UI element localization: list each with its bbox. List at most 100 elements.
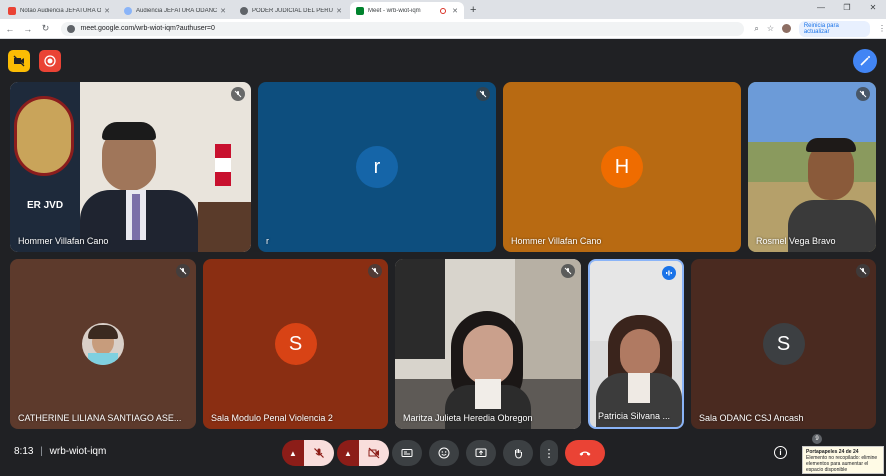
chevron-up-icon: ▲: [289, 448, 297, 458]
browser-tab-strip: Notao Audiencia JEFATURA O... ✕ Audienci…: [0, 0, 886, 19]
tab-title: PODER JUDICIAL DEL PERU - C...: [252, 7, 333, 14]
tab-title: Meet - wrb-wiot-iqm: [368, 7, 421, 14]
muted-mic-icon: [856, 264, 870, 278]
globe-icon: [240, 6, 248, 15]
participant-name: Sala ODANC CSJ Ancash: [699, 413, 804, 423]
muted-mic-icon: [368, 264, 382, 278]
hand-icon: [515, 449, 522, 459]
more-options-button[interactable]: ⋮: [540, 440, 558, 466]
present-icon: [475, 448, 487, 457]
muted-mic-icon: [176, 264, 190, 278]
participant-tile[interactable]: Maritza Julieta Heredia Obregon: [395, 259, 581, 429]
minimize-icon[interactable]: —: [808, 0, 834, 16]
avatar-initial: r: [373, 155, 381, 178]
recording-icon: [440, 7, 447, 14]
camera-off-icon: [368, 447, 380, 459]
participant-name: CATHERINE LILIANA SANTIAGO ASE...: [18, 413, 182, 423]
gmail-icon: [8, 6, 16, 15]
participant-tile[interactable]: Rosmel Vega Bravo: [748, 82, 876, 252]
meeting-code: wrb-wiot-iqm: [49, 446, 107, 457]
participant-count-badge: 9: [812, 434, 822, 444]
camera-off-icon: [13, 55, 25, 67]
doc-icon: [124, 6, 132, 15]
close-icon[interactable]: ✕: [336, 7, 342, 15]
present-screen-button[interactable]: [466, 440, 496, 466]
clipboard-notification[interactable]: Portapapeles 24 de 24 Elemento no recopi…: [802, 446, 884, 474]
video-feed: ER JVD: [10, 82, 251, 252]
update-button[interactable]: Reinicia para actualizar: [798, 20, 870, 37]
divider: |: [40, 446, 43, 457]
browser-tab-meet[interactable]: Meet - wrb-wiot-iqm ✕: [350, 2, 464, 19]
participant-tile-speaking[interactable]: Patricia Silvana ...: [588, 259, 684, 429]
bookmark-star-icon[interactable]: ☆: [767, 24, 774, 33]
muted-mic-icon: [561, 264, 575, 278]
meeting-time: 8:13: [14, 446, 34, 457]
zoom-icon[interactable]: ⌕: [754, 24, 758, 34]
browser-tab-poder-judicial[interactable]: PODER JUDICIAL DEL PERU - C... ✕: [234, 2, 348, 19]
recording-button[interactable]: [39, 50, 61, 72]
participant-name: Sala Modulo Penal Violencia 2: [211, 413, 333, 423]
participant-tile[interactable]: S Sala Modulo Penal Violencia 2: [203, 259, 388, 429]
forward-icon[interactable]: →: [20, 24, 36, 34]
participant-name: Rosmel Vega Bravo: [756, 236, 836, 246]
muted-mic-icon: [856, 87, 870, 101]
leave-call-button[interactable]: [565, 440, 605, 466]
avatar: r: [356, 146, 398, 188]
reload-icon[interactable]: ↻: [38, 23, 54, 34]
reactions-button[interactable]: [429, 440, 459, 466]
close-icon[interactable]: ✕: [220, 7, 226, 15]
new-tab-button[interactable]: +: [470, 2, 476, 19]
browser-tab-audiencia[interactable]: Audiencia JEFATURA ODANC c... ✕: [118, 2, 232, 19]
participant-tile[interactable]: H Hommer Villafan Cano: [503, 82, 741, 252]
site-info-icon[interactable]: [67, 24, 76, 33]
close-icon[interactable]: ✕: [104, 7, 110, 15]
participant-name: Hommer Villafan Cano: [18, 236, 109, 246]
captions-button[interactable]: [392, 440, 422, 466]
mic-off-icon: [314, 448, 324, 458]
close-icon[interactable]: ✕: [452, 7, 458, 15]
avatar: S: [274, 323, 317, 365]
muted-mic-icon: [231, 87, 245, 101]
menu-kebab-icon[interactable]: ⋮: [878, 24, 886, 33]
maximize-icon[interactable]: ❐: [834, 0, 860, 16]
avatar-initial: S: [776, 332, 791, 355]
url-text: meet.google.com/wrb-wiot-iqm?authuser=0: [80, 25, 215, 32]
record-icon: [44, 55, 56, 67]
profile-photo: [82, 323, 124, 365]
avatar-initial: H: [614, 155, 630, 178]
video-feed: [590, 261, 682, 427]
profile-avatar[interactable]: [782, 24, 791, 33]
participant-tile[interactable]: r r: [258, 82, 496, 252]
browser-tab-gmail[interactable]: Notao Audiencia JEFATURA O... ✕: [2, 2, 116, 19]
participant-tile[interactable]: S Sala ODANC CSJ Ancash: [691, 259, 876, 429]
mic-toggle-button[interactable]: [304, 440, 334, 466]
speaking-indicator-icon: [662, 266, 676, 280]
captions-icon: [401, 449, 413, 457]
camera-options-button[interactable]: ▲: [337, 440, 359, 466]
address-bar-actions: ⌕ ☆ Reinicia para actualizar ⋮: [754, 20, 886, 37]
participant-tile[interactable]: CATHERINE LILIANA SANTIAGO ASE...: [10, 259, 196, 429]
back-icon[interactable]: ←: [2, 24, 18, 34]
magic-wand-icon: [860, 56, 870, 66]
emoji-icon: [438, 447, 450, 459]
participant-count: 9: [815, 436, 819, 442]
muted-mic-icon: [476, 87, 490, 101]
raise-hand-button[interactable]: [503, 440, 533, 466]
camera-toggle-button[interactable]: [359, 440, 389, 466]
more-vert-icon: ⋮: [543, 447, 555, 460]
meeting-details-icon[interactable]: i: [774, 446, 787, 459]
window-close-icon[interactable]: ✕: [860, 0, 886, 16]
video-feed: [748, 82, 876, 252]
participant-tile[interactable]: ER JVD Hommer Villafan Cano: [10, 82, 251, 252]
effects-button[interactable]: [853, 49, 877, 73]
participant-name: Maritza Julieta Heredia Obregon: [403, 413, 533, 423]
url-field[interactable]: meet.google.com/wrb-wiot-iqm?authuser=0: [61, 21, 745, 36]
avatar: H: [601, 146, 643, 188]
meet-icon: [356, 6, 364, 15]
hide-self-view-button[interactable]: [8, 50, 30, 72]
video-feed: [395, 259, 581, 429]
participant-name: Patricia Silvana ...: [598, 411, 671, 421]
tab-title: Notao Audiencia JEFATURA O...: [20, 7, 102, 14]
tab-title: Audiencia JEFATURA ODANC c...: [136, 7, 218, 14]
mic-options-button[interactable]: ▲: [282, 440, 304, 466]
